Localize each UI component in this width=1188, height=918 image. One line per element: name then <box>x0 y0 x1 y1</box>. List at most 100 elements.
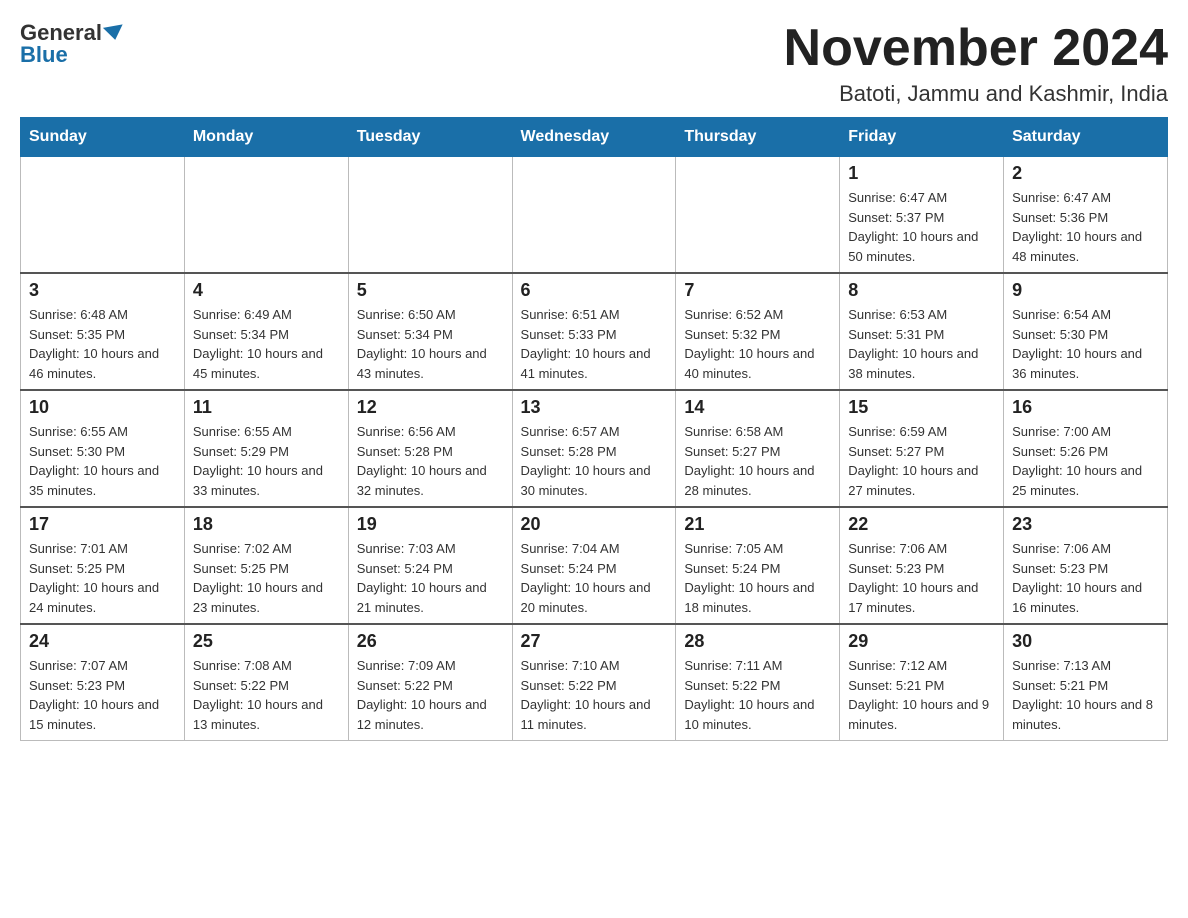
day-info: Sunrise: 6:47 AM Sunset: 5:36 PM Dayligh… <box>1012 188 1159 266</box>
day-of-week-header: Sunday <box>21 118 185 157</box>
day-info: Sunrise: 7:09 AM Sunset: 5:22 PM Dayligh… <box>357 656 504 734</box>
day-info: Sunrise: 6:53 AM Sunset: 5:31 PM Dayligh… <box>848 305 995 383</box>
calendar-cell: 10 Sunrise: 6:55 AM Sunset: 5:30 PM Dayli… <box>21 390 185 507</box>
calendar-cell <box>348 157 512 274</box>
day-number: 28 <box>684 631 831 652</box>
calendar-cell: 14 Sunrise: 6:58 AM Sunset: 5:27 PM Dayli… <box>676 390 840 507</box>
day-info: Sunrise: 7:07 AM Sunset: 5:23 PM Dayligh… <box>29 656 176 734</box>
subtitle: Batoti, Jammu and Kashmir, India <box>784 81 1168 107</box>
day-of-week-header: Thursday <box>676 118 840 157</box>
calendar-cell <box>21 157 185 274</box>
calendar-cell <box>676 157 840 274</box>
calendar-cell: 1 Sunrise: 6:47 AM Sunset: 5:37 PM Daylig… <box>840 157 1004 274</box>
day-number: 4 <box>193 280 340 301</box>
day-number: 14 <box>684 397 831 418</box>
day-number: 13 <box>521 397 668 418</box>
calendar-cell: 22 Sunrise: 7:06 AM Sunset: 5:23 PM Dayli… <box>840 507 1004 624</box>
day-number: 10 <box>29 397 176 418</box>
calendar-cell: 30Sunrise: 7:13 AM Sunset: 5:21 PM Dayli… <box>1004 624 1168 741</box>
day-info: Sunrise: 6:54 AM Sunset: 5:30 PM Dayligh… <box>1012 305 1159 383</box>
day-number: 7 <box>684 280 831 301</box>
day-number: 15 <box>848 397 995 418</box>
calendar-cell: 9 Sunrise: 6:54 AM Sunset: 5:30 PM Daylig… <box>1004 273 1168 390</box>
day-number: 27 <box>521 631 668 652</box>
day-info: Sunrise: 6:55 AM Sunset: 5:29 PM Dayligh… <box>193 422 340 500</box>
day-number: 16 <box>1012 397 1159 418</box>
calendar-cell: 3 Sunrise: 6:48 AM Sunset: 5:35 PM Daylig… <box>21 273 185 390</box>
calendar-cell: 4 Sunrise: 6:49 AM Sunset: 5:34 PM Daylig… <box>184 273 348 390</box>
day-info: Sunrise: 6:59 AM Sunset: 5:27 PM Dayligh… <box>848 422 995 500</box>
logo-blue-text: Blue <box>20 42 68 68</box>
day-number: 1 <box>848 163 995 184</box>
day-of-week-header: Friday <box>840 118 1004 157</box>
day-info: Sunrise: 7:11 AM Sunset: 5:22 PM Dayligh… <box>684 656 831 734</box>
day-number: 9 <box>1012 280 1159 301</box>
day-info: Sunrise: 7:02 AM Sunset: 5:25 PM Dayligh… <box>193 539 340 617</box>
calendar-cell: 25 Sunrise: 7:08 AM Sunset: 5:22 PM Dayli… <box>184 624 348 741</box>
calendar-table: SundayMondayTuesdayWednesdayThursdayFrid… <box>20 117 1168 741</box>
day-info: Sunrise: 7:13 AM Sunset: 5:21 PM Dayligh… <box>1012 656 1159 734</box>
calendar-cell: 23Sunrise: 7:06 AM Sunset: 5:23 PM Dayli… <box>1004 507 1168 624</box>
day-number: 11 <box>193 397 340 418</box>
day-number: 19 <box>357 514 504 535</box>
day-of-week-header: Tuesday <box>348 118 512 157</box>
day-number: 22 <box>848 514 995 535</box>
calendar-week-row: 1 Sunrise: 6:47 AM Sunset: 5:37 PM Daylig… <box>21 157 1168 274</box>
calendar-cell: 27 Sunrise: 7:10 AM Sunset: 5:22 PM Dayli… <box>512 624 676 741</box>
calendar-cell: 17Sunrise: 7:01 AM Sunset: 5:25 PM Dayli… <box>21 507 185 624</box>
calendar-week-row: 3 Sunrise: 6:48 AM Sunset: 5:35 PM Daylig… <box>21 273 1168 390</box>
day-info: Sunrise: 6:55 AM Sunset: 5:30 PM Dayligh… <box>29 422 176 500</box>
day-number: 2 <box>1012 163 1159 184</box>
day-info: Sunrise: 7:01 AM Sunset: 5:25 PM Dayligh… <box>29 539 176 617</box>
calendar-cell: 18 Sunrise: 7:02 AM Sunset: 5:25 PM Dayli… <box>184 507 348 624</box>
day-info: Sunrise: 7:05 AM Sunset: 5:24 PM Dayligh… <box>684 539 831 617</box>
calendar-cell: 12 Sunrise: 6:56 AM Sunset: 5:28 PM Dayli… <box>348 390 512 507</box>
calendar-cell: 29 Sunrise: 7:12 AM Sunset: 5:21 PM Dayli… <box>840 624 1004 741</box>
calendar-cell: 24 Sunrise: 7:07 AM Sunset: 5:23 PM Dayli… <box>21 624 185 741</box>
day-of-week-header: Saturday <box>1004 118 1168 157</box>
page-header: General Blue November 2024 Batoti, Jammu… <box>20 20 1168 107</box>
day-number: 29 <box>848 631 995 652</box>
day-info: Sunrise: 6:57 AM Sunset: 5:28 PM Dayligh… <box>521 422 668 500</box>
calendar-header-row: SundayMondayTuesdayWednesdayThursdayFrid… <box>21 118 1168 157</box>
logo-arrow-icon <box>103 24 125 41</box>
day-of-week-header: Monday <box>184 118 348 157</box>
day-number: 3 <box>29 280 176 301</box>
day-info: Sunrise: 7:12 AM Sunset: 5:21 PM Dayligh… <box>848 656 995 734</box>
day-number: 23 <box>1012 514 1159 535</box>
day-number: 26 <box>357 631 504 652</box>
day-info: Sunrise: 7:00 AM Sunset: 5:26 PM Dayligh… <box>1012 422 1159 500</box>
day-info: Sunrise: 6:48 AM Sunset: 5:35 PM Dayligh… <box>29 305 176 383</box>
calendar-cell: 15 Sunrise: 6:59 AM Sunset: 5:27 PM Dayli… <box>840 390 1004 507</box>
calendar-week-row: 10 Sunrise: 6:55 AM Sunset: 5:30 PM Dayli… <box>21 390 1168 507</box>
calendar-week-row: 17Sunrise: 7:01 AM Sunset: 5:25 PM Dayli… <box>21 507 1168 624</box>
calendar-cell: 6Sunrise: 6:51 AM Sunset: 5:33 PM Daylig… <box>512 273 676 390</box>
calendar-cell: 8Sunrise: 6:53 AM Sunset: 5:31 PM Daylig… <box>840 273 1004 390</box>
logo: General Blue <box>20 20 126 68</box>
day-number: 21 <box>684 514 831 535</box>
calendar-cell: 5 Sunrise: 6:50 AM Sunset: 5:34 PM Daylig… <box>348 273 512 390</box>
day-info: Sunrise: 7:10 AM Sunset: 5:22 PM Dayligh… <box>521 656 668 734</box>
day-number: 24 <box>29 631 176 652</box>
calendar-cell: 28 Sunrise: 7:11 AM Sunset: 5:22 PM Dayli… <box>676 624 840 741</box>
day-number: 18 <box>193 514 340 535</box>
day-info: Sunrise: 6:49 AM Sunset: 5:34 PM Dayligh… <box>193 305 340 383</box>
calendar-cell: 19Sunrise: 7:03 AM Sunset: 5:24 PM Dayli… <box>348 507 512 624</box>
day-info: Sunrise: 6:56 AM Sunset: 5:28 PM Dayligh… <box>357 422 504 500</box>
calendar-cell: 21 Sunrise: 7:05 AM Sunset: 5:24 PM Dayli… <box>676 507 840 624</box>
day-info: Sunrise: 7:06 AM Sunset: 5:23 PM Dayligh… <box>848 539 995 617</box>
day-number: 5 <box>357 280 504 301</box>
calendar-week-row: 24 Sunrise: 7:07 AM Sunset: 5:23 PM Dayli… <box>21 624 1168 741</box>
day-info: Sunrise: 6:50 AM Sunset: 5:34 PM Dayligh… <box>357 305 504 383</box>
day-info: Sunrise: 7:04 AM Sunset: 5:24 PM Dayligh… <box>521 539 668 617</box>
day-info: Sunrise: 6:58 AM Sunset: 5:27 PM Dayligh… <box>684 422 831 500</box>
day-number: 12 <box>357 397 504 418</box>
calendar-cell: 7Sunrise: 6:52 AM Sunset: 5:32 PM Daylig… <box>676 273 840 390</box>
calendar-cell: 11 Sunrise: 6:55 AM Sunset: 5:29 PM Dayli… <box>184 390 348 507</box>
day-number: 25 <box>193 631 340 652</box>
day-of-week-header: Wednesday <box>512 118 676 157</box>
day-info: Sunrise: 7:08 AM Sunset: 5:22 PM Dayligh… <box>193 656 340 734</box>
calendar-cell <box>512 157 676 274</box>
day-number: 20 <box>521 514 668 535</box>
day-info: Sunrise: 6:47 AM Sunset: 5:37 PM Dayligh… <box>848 188 995 266</box>
